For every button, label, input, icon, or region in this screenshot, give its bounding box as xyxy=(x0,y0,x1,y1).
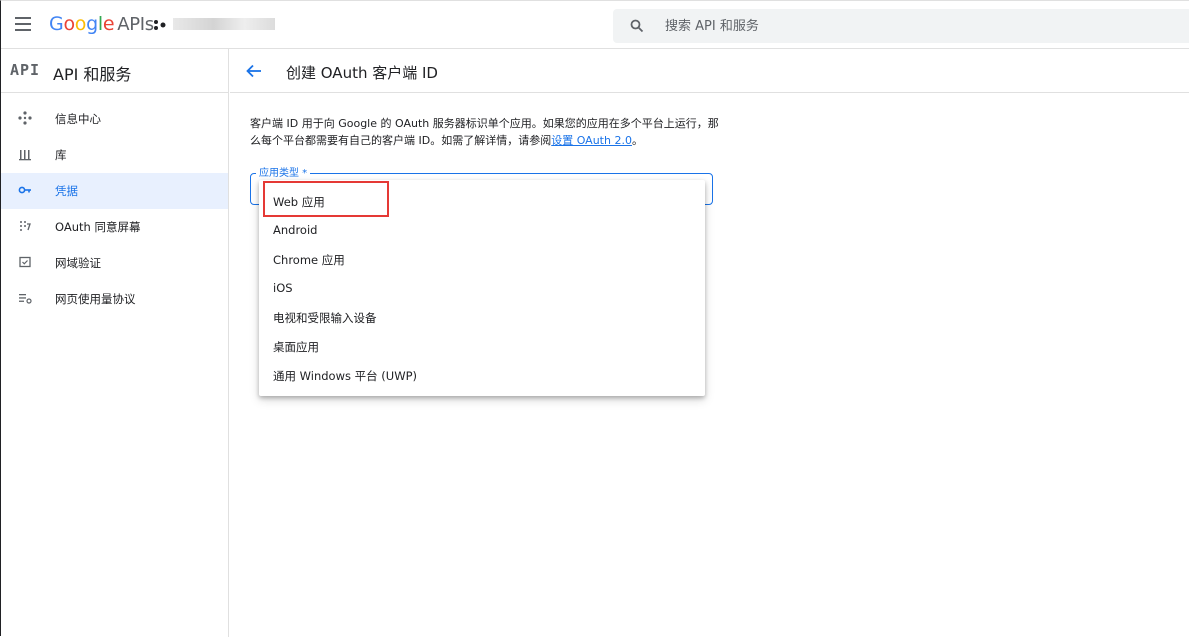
page-usage-agreement-icon xyxy=(19,294,32,304)
sidebar-item-label: 网域验证 xyxy=(55,256,101,270)
sidebar-item-page-usage-agreement[interactable]: 网页使用量协议 xyxy=(1,281,228,317)
menu-icon[interactable] xyxy=(15,17,31,31)
sidebar-header: API API 和服务 xyxy=(1,49,228,93)
annotation-highlight-box xyxy=(263,181,389,217)
api-logo-icon: API xyxy=(10,61,41,79)
page-description: 客户端 ID 用于向 Google 的 OAuth 服务器标识单个应用。如果您的… xyxy=(250,115,720,149)
sidebar-item-oauth-consent[interactable]: OAuth 同意屏幕 xyxy=(1,209,228,245)
search-icon xyxy=(630,19,644,33)
option-desktop-app[interactable]: 桌面应用 xyxy=(259,331,705,360)
project-selector-redacted[interactable] xyxy=(173,18,275,30)
oauth-setup-link[interactable]: 设置 OAuth 2.0 xyxy=(551,134,632,147)
option-ios[interactable]: iOS xyxy=(259,273,705,302)
option-label: iOS xyxy=(273,281,293,295)
domain-verification-icon xyxy=(19,256,31,268)
option-label: Android xyxy=(273,223,318,237)
dashboard-icon xyxy=(18,111,32,125)
option-tv-limited-input[interactable]: 电视和受限输入设备 xyxy=(259,302,705,331)
back-arrow-icon[interactable] xyxy=(244,61,264,81)
search-input[interactable] xyxy=(665,16,1065,36)
google-apis-logo[interactable]: Google APIs xyxy=(49,13,154,35)
project-icon[interactable] xyxy=(153,19,167,31)
sidebar-item-label: 信息中心 xyxy=(55,112,101,126)
sidebar-item-label: 库 xyxy=(55,148,67,162)
page-header: 创建 OAuth 客户端 ID xyxy=(230,49,1189,93)
key-icon xyxy=(18,186,31,194)
sidebar-item-label: 凭据 xyxy=(55,184,78,198)
description-text: 客户端 ID 用于向 Google 的 OAuth 服务器标识单个应用。如果您的… xyxy=(250,117,719,147)
page-title: 创建 OAuth 客户端 ID xyxy=(286,64,438,82)
top-bar: Google APIs xyxy=(1,1,1189,49)
option-uwp[interactable]: 通用 Windows 平台 (UWP) xyxy=(259,360,705,389)
sidebar-item-label: OAuth 同意屏幕 xyxy=(55,220,141,234)
option-label: 桌面应用 xyxy=(273,340,319,354)
option-android[interactable]: Android xyxy=(259,215,705,244)
sidebar-title[interactable]: API 和服务 xyxy=(53,61,131,85)
sidebar-item-library[interactable]: 库 xyxy=(1,137,228,173)
option-chrome-app[interactable]: Chrome 应用 xyxy=(259,244,705,273)
app-frame: GoogleAPIs API API 和服务 xyxy=(0,0,1189,637)
description-end: 。 xyxy=(631,134,643,147)
option-label: 通用 Windows 平台 (UWP) xyxy=(273,369,417,383)
sidebar-item-label: 网页使用量协议 xyxy=(55,292,136,306)
sidebar: API API 和服务 信息中心 库 凭据 OAuth 同意屏幕 网域验证 网页… xyxy=(1,49,229,637)
sidebar-item-credentials[interactable]: 凭据 xyxy=(1,173,228,209)
sidebar-item-dashboard[interactable]: 信息中心 xyxy=(1,101,228,137)
application-type-label: 应用类型 * xyxy=(256,164,311,179)
consent-screen-icon xyxy=(20,221,31,231)
option-label: 电视和受限输入设备 xyxy=(273,311,377,325)
sidebar-nav: 信息中心 库 凭据 OAuth 同意屏幕 网域验证 网页使用量协议 xyxy=(1,101,228,317)
sidebar-item-domain-verification[interactable]: 网域验证 xyxy=(1,245,228,281)
library-icon xyxy=(19,150,31,161)
option-label: Chrome 应用 xyxy=(273,253,345,267)
search-bar[interactable] xyxy=(613,9,1189,43)
